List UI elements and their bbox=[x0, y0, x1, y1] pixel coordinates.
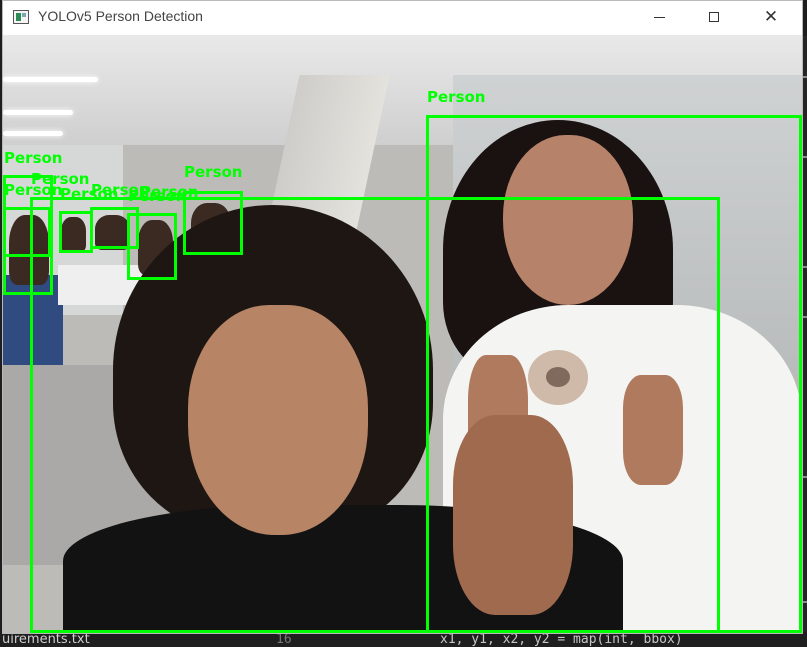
detection-label: Person bbox=[427, 88, 486, 106]
minimize-button[interactable] bbox=[631, 1, 687, 33]
maximize-icon bbox=[709, 12, 719, 22]
close-button[interactable]: ✕ bbox=[743, 1, 799, 33]
minimize-icon bbox=[653, 16, 665, 18]
detection-box bbox=[3, 207, 51, 257]
title-bar[interactable]: YOLOv5 Person Detection ✕ bbox=[3, 1, 802, 35]
detection-label: Person bbox=[184, 163, 243, 181]
maximize-button[interactable] bbox=[686, 1, 742, 33]
editor-file-tab[interactable]: uirements.txt bbox=[2, 632, 90, 647]
app-window: YOLOv5 Person Detection ✕ Person Person … bbox=[2, 0, 803, 634]
detection-label: Person bbox=[4, 149, 63, 167]
detection-box bbox=[127, 213, 177, 280]
editor-bottom-strip: uirements.txt 16 x1, y1, x2, y2 = map(in… bbox=[0, 632, 807, 647]
detection-label: Person bbox=[140, 183, 199, 201]
editor-code-line: x1, y1, x2, y2 = map(int, bbox) bbox=[440, 632, 683, 647]
detection-label: Person bbox=[4, 181, 63, 199]
close-icon: ✕ bbox=[763, 6, 779, 27]
window-title: YOLOv5 Person Detection bbox=[38, 8, 203, 24]
video-frame: Person Person Person Person Person Perso… bbox=[3, 35, 802, 633]
app-icon bbox=[13, 10, 29, 24]
detection-box bbox=[59, 211, 93, 253]
editor-line-number: 16 bbox=[276, 632, 292, 647]
